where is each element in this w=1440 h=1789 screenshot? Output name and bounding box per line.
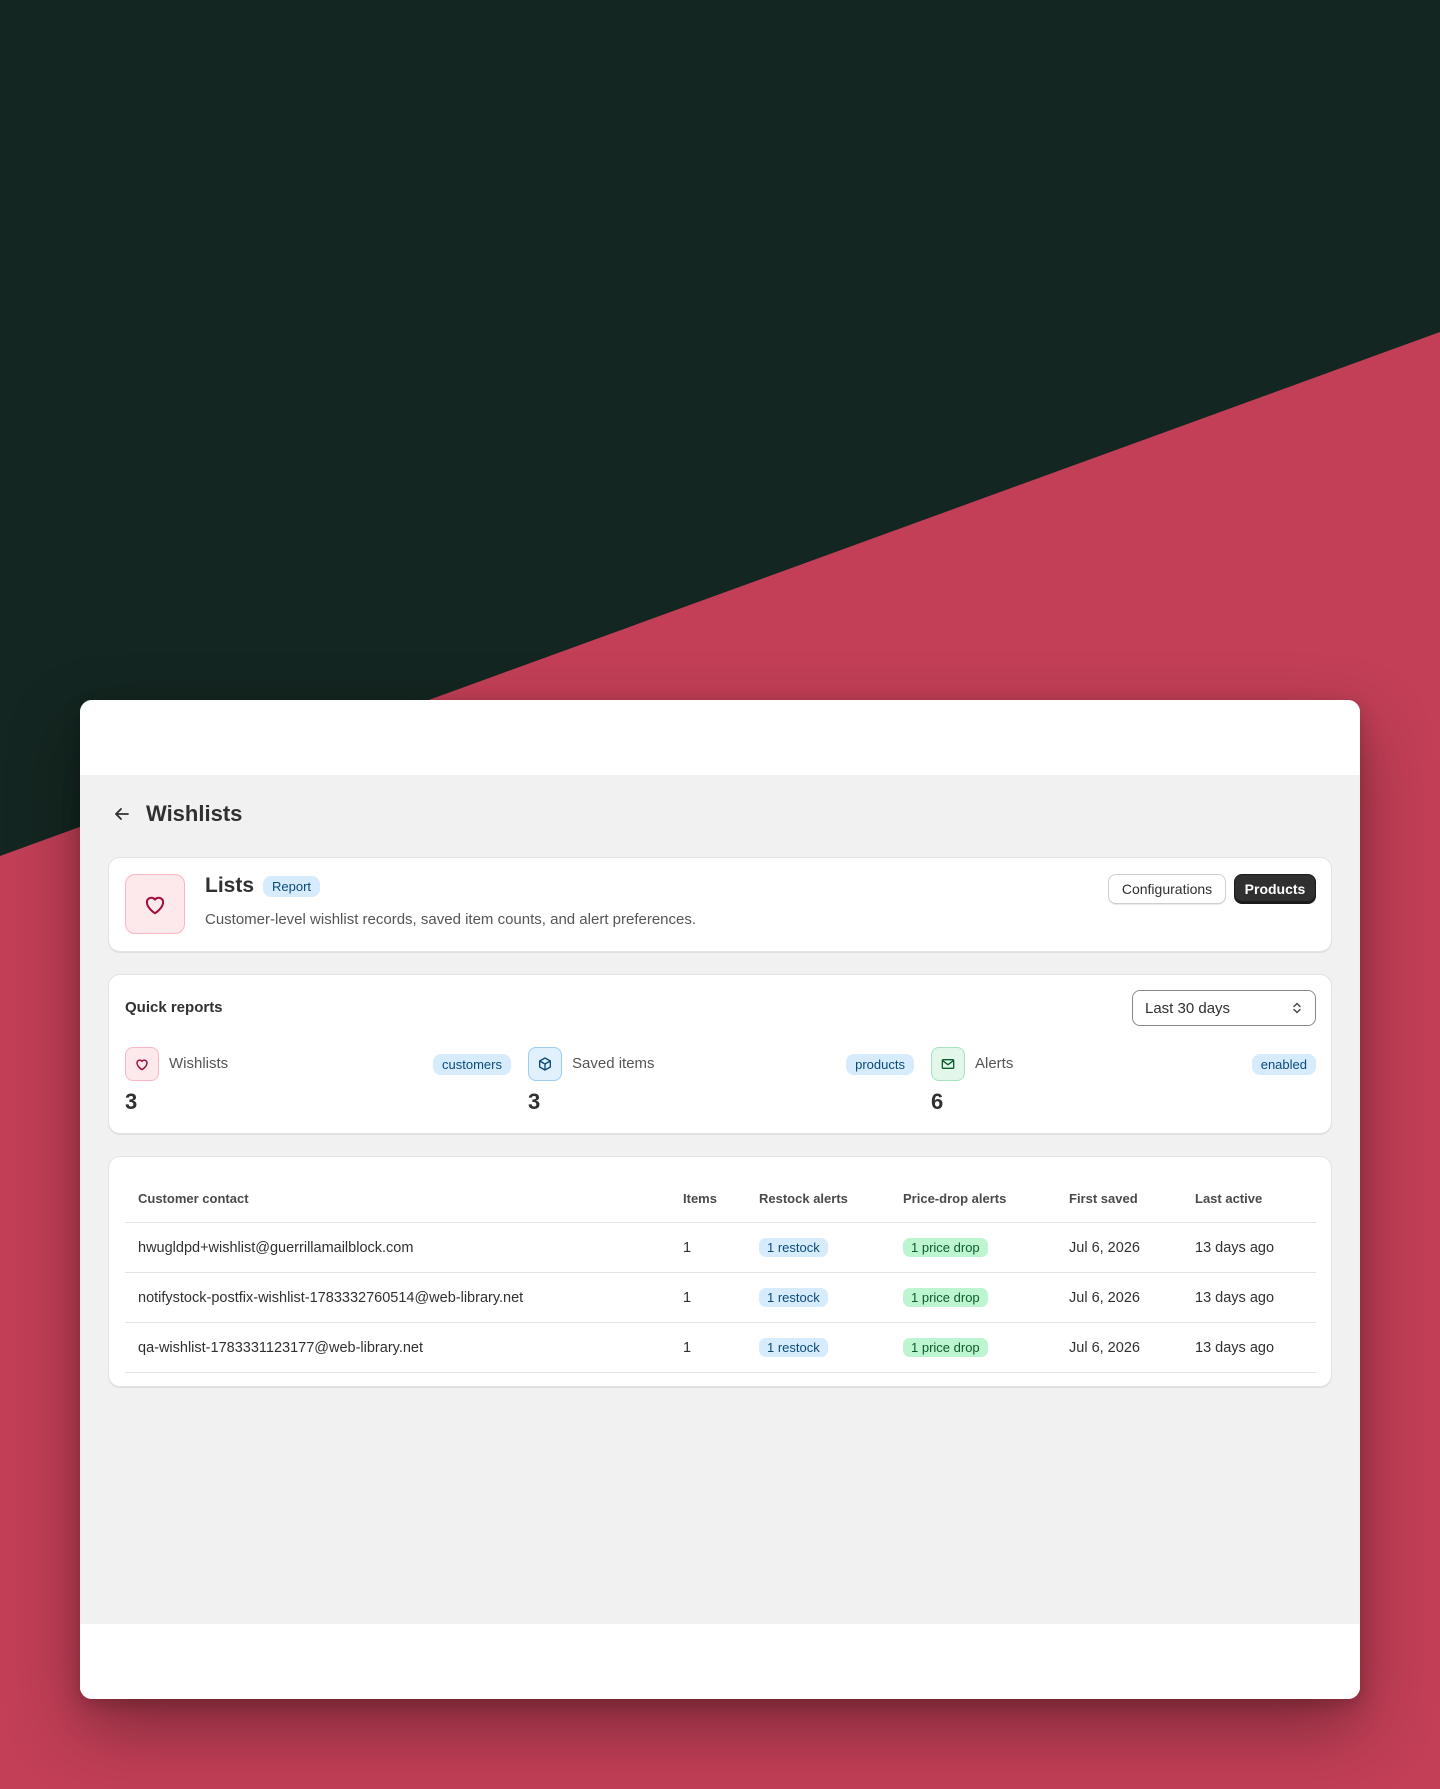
back-button[interactable]	[108, 800, 136, 828]
products-button[interactable]: Products	[1234, 874, 1316, 904]
table-row[interactable]: qa-wishlist-1783331123177@web-library.ne…	[125, 1322, 1316, 1373]
first-saved: Jul 6, 2026	[1056, 1272, 1182, 1323]
wishlist-table-card: Customer contact Items Restock alerts Pr…	[108, 1156, 1332, 1387]
window-bottom-bar	[80, 1624, 1360, 1699]
stat-tag: customers	[433, 1054, 511, 1075]
configurations-button[interactable]: Configurations	[1108, 874, 1226, 904]
stat-label: Saved items	[572, 1055, 655, 1072]
customer-contact: hwugldpd+wishlist@guerrillamailblock.com	[125, 1222, 670, 1273]
stat-value: 3	[125, 1089, 138, 1114]
arrow-left-icon	[115, 808, 129, 820]
items-count: 1	[670, 1272, 746, 1323]
price-drop-badge: 1 price drop	[903, 1238, 988, 1257]
last-active: 13 days ago	[1182, 1322, 1316, 1373]
stat-label: Alerts	[975, 1055, 1014, 1072]
restock-badge: 1 restock	[759, 1238, 828, 1257]
box-icon	[528, 1047, 562, 1081]
stat-value: 3	[528, 1089, 541, 1114]
lists-title: Lists	[205, 874, 255, 897]
table-row[interactable]: notifystock-postfix-wishlist-17833327605…	[125, 1272, 1316, 1323]
customer-contact: qa-wishlist-1783331123177@web-library.ne…	[125, 1322, 670, 1373]
stat-alerts: Alerts enabled 6	[931, 1047, 1316, 1117]
window-top-bar	[80, 700, 1360, 775]
column-header-restock[interactable]: Restock alerts	[746, 1174, 890, 1223]
page-header: Wishlists	[108, 800, 242, 828]
lists-card: Lists Report Customer-level wishlist rec…	[108, 857, 1332, 952]
table-row[interactable]: hwugldpd+wishlist@guerrillamailblock.com…	[125, 1222, 1316, 1273]
stat-wishlists: Wishlists customers 3	[125, 1047, 511, 1117]
restock-badge: 1 restock	[759, 1288, 828, 1307]
main-content: Wishlists Lists Report Customer-level wi…	[80, 775, 1360, 1624]
stat-saved-items: Saved items products 3	[528, 1047, 914, 1117]
items-count: 1	[670, 1322, 746, 1373]
column-header-price-drop[interactable]: Price-drop alerts	[890, 1174, 1056, 1223]
restock-badge: 1 restock	[759, 1338, 828, 1357]
items-count: 1	[670, 1222, 746, 1273]
stat-value: 6	[931, 1089, 944, 1114]
mail-icon	[931, 1047, 965, 1081]
lists-description: Customer-level wishlist records, saved i…	[205, 911, 697, 928]
column-header-last-active[interactable]: Last active	[1182, 1174, 1316, 1223]
first-saved: Jul 6, 2026	[1056, 1322, 1182, 1373]
chevron-up-down-icon	[1293, 1002, 1301, 1014]
price-drop-badge: 1 price drop	[903, 1338, 988, 1357]
heart-icon	[125, 874, 185, 934]
date-range-value: Last 30 days	[1145, 999, 1231, 1017]
wishlist-table: Customer contact Items Restock alerts Pr…	[125, 1174, 1316, 1373]
column-header-items[interactable]: Items	[670, 1174, 746, 1223]
report-badge: Report	[263, 875, 321, 897]
stat-tag: enabled	[1251, 1054, 1316, 1075]
last-active: 13 days ago	[1182, 1222, 1316, 1273]
quick-reports-card: Quick reports Last 30 days Wishlists cus…	[108, 974, 1332, 1134]
column-header-first-saved[interactable]: First saved	[1056, 1174, 1182, 1223]
stat-label: Wishlists	[169, 1055, 229, 1072]
first-saved: Jul 6, 2026	[1056, 1222, 1182, 1273]
column-header-contact[interactable]: Customer contact	[125, 1174, 670, 1223]
lists-heading: Lists Report	[205, 874, 321, 898]
last-active: 13 days ago	[1182, 1272, 1316, 1323]
customer-contact: notifystock-postfix-wishlist-17833327605…	[125, 1272, 670, 1323]
app-window: Wishlists Lists Report Customer-level wi…	[80, 700, 1360, 1699]
quick-reports-title: Quick reports	[125, 999, 223, 1016]
price-drop-badge: 1 price drop	[903, 1288, 988, 1307]
table-header-row: Customer contact Items Restock alerts Pr…	[125, 1174, 1316, 1223]
date-range-select[interactable]: Last 30 days	[1132, 990, 1316, 1026]
heart-icon	[125, 1047, 159, 1081]
stat-tag: products	[846, 1054, 914, 1075]
page-title: Wishlists	[146, 801, 243, 826]
